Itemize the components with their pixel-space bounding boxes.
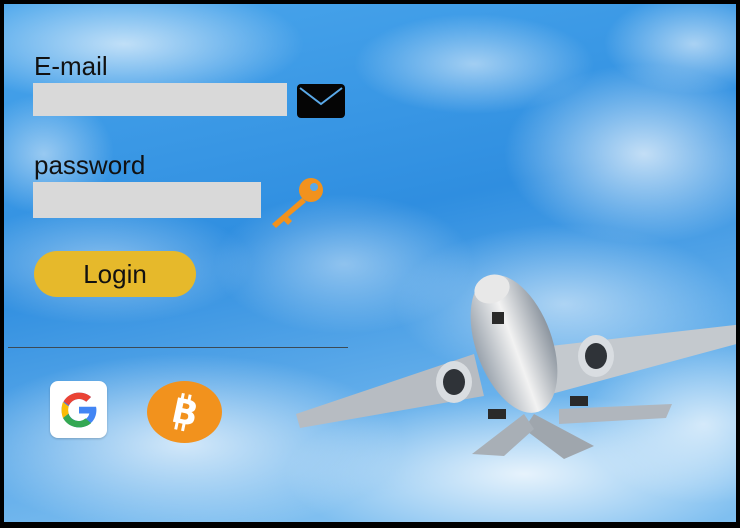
google-icon bbox=[61, 392, 97, 427]
divider bbox=[8, 347, 348, 348]
password-field[interactable] bbox=[33, 182, 261, 218]
bitcoin-icon: B bbox=[167, 391, 201, 434]
key-icon bbox=[272, 178, 323, 228]
svg-text:B: B bbox=[167, 391, 201, 434]
bitcoin-signin-button[interactable]: B bbox=[147, 381, 222, 443]
envelope-icon bbox=[297, 84, 345, 118]
email-field[interactable] bbox=[33, 83, 287, 116]
login-button[interactable]: Login bbox=[34, 251, 196, 297]
email-label: E-mail bbox=[34, 51, 108, 81]
password-label: password bbox=[34, 150, 146, 180]
google-signin-button[interactable] bbox=[50, 381, 107, 438]
login-screen: E-mail password Login B bbox=[0, 0, 740, 528]
